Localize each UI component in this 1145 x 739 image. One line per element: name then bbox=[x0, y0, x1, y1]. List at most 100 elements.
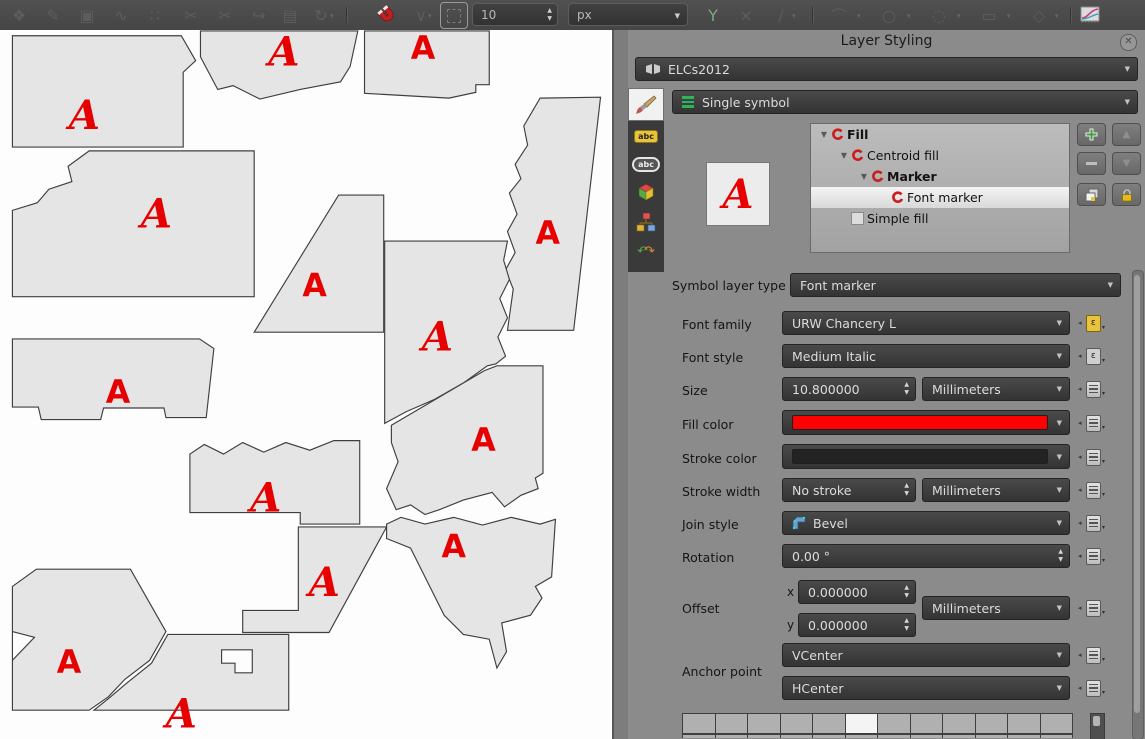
layer-select-combo[interactable]: ELCs2012 ▼ bbox=[635, 57, 1138, 81]
character-cell[interactable] bbox=[845, 713, 878, 734]
tab-diagrams[interactable] bbox=[633, 211, 659, 233]
symbol-tree-row[interactable]: Simple fill bbox=[811, 208, 1069, 229]
character-cell[interactable] bbox=[1040, 734, 1074, 738]
expand-arrow-icon[interactable]: ▼ bbox=[817, 130, 831, 139]
snapping-magnet-icon[interactable] bbox=[376, 4, 398, 30]
symbol-tree-row[interactable]: ▼Centroid fill bbox=[811, 145, 1069, 166]
map-canvas[interactable]: AAAAAAAAAAAAAA bbox=[0, 30, 612, 739]
anchor-horizontal-combo[interactable]: HCenter▼ bbox=[782, 676, 1070, 700]
renderer-combo[interactable]: Single symbol ▼ bbox=[672, 90, 1138, 114]
rotate-feature-icon[interactable]: ↻ bbox=[308, 0, 334, 30]
character-selector-grid[interactable] bbox=[682, 713, 1073, 738]
elevation-profile-icon[interactable] bbox=[1080, 6, 1100, 28]
anchor-horizontal-override-button[interactable]: ◂▾ bbox=[1078, 677, 1105, 699]
size-spinbox[interactable]: 10.800000▲▼ bbox=[782, 377, 916, 401]
tab-masks[interactable]: abc bbox=[633, 153, 659, 175]
tab-symbology[interactable] bbox=[628, 88, 664, 121]
add-record-icon[interactable]: ∷ bbox=[142, 0, 168, 30]
anchor-vertical-override-button[interactable]: ◂▾ bbox=[1078, 644, 1105, 666]
stroke-width-spinbox[interactable]: No stroke▲▼ bbox=[782, 478, 916, 502]
rotation-spinbox[interactable]: 0.00 °▲▼ bbox=[782, 544, 1070, 568]
character-cell[interactable] bbox=[780, 734, 813, 738]
stroke-color-combo[interactable]: ▼ bbox=[782, 444, 1070, 469]
move-feature-icon[interactable]: ❖ bbox=[6, 0, 32, 30]
character-grid-scrollbar[interactable] bbox=[1090, 713, 1105, 739]
font-style-override-button[interactable]: ◂ε▾ bbox=[1078, 345, 1105, 367]
duplicate-symbol-layer-button[interactable] bbox=[1077, 183, 1106, 206]
rectangle-tool-icon[interactable]: ▭ bbox=[976, 0, 1002, 30]
character-cell[interactable] bbox=[1007, 734, 1040, 738]
character-cell[interactable] bbox=[780, 713, 813, 734]
character-cell[interactable] bbox=[942, 734, 975, 738]
delete-tool-icon[interactable]: × bbox=[733, 0, 759, 30]
tab-labels[interactable]: abc bbox=[633, 125, 659, 147]
character-cell[interactable] bbox=[910, 734, 943, 738]
split-features-icon[interactable]: ✂ bbox=[178, 0, 204, 30]
tab-history[interactable]: ↶↷ bbox=[633, 241, 659, 263]
move-up-button[interactable]: ▲ bbox=[1112, 123, 1141, 146]
digitize-curve-icon[interactable]: ∿ bbox=[108, 0, 134, 30]
circular-string-icon[interactable]: ⌒ bbox=[826, 0, 852, 30]
character-cell[interactable] bbox=[1040, 713, 1074, 734]
character-cell[interactable] bbox=[845, 734, 878, 738]
symbol-layer-tree[interactable]: ▼Fill▼Centroid fill▼MarkerFont markerSim… bbox=[810, 123, 1070, 253]
expand-arrow-icon[interactable]: ▼ bbox=[857, 172, 871, 181]
stroke-width-unit-combo[interactable]: Millimeters▼ bbox=[922, 478, 1070, 502]
scrollbar-handle[interactable] bbox=[1134, 275, 1140, 713]
reshape-icon[interactable]: ↪ bbox=[246, 0, 272, 30]
move-down-button[interactable]: ▼ bbox=[1112, 152, 1141, 175]
character-cell[interactable] bbox=[715, 734, 748, 738]
tracing-unit-combo[interactable]: px ▼ bbox=[568, 3, 688, 26]
vertex-tool-icon[interactable]: ∨ bbox=[408, 0, 434, 30]
symbol-layer-type-combo[interactable]: Font marker▼ bbox=[790, 273, 1121, 297]
character-cell[interactable] bbox=[812, 713, 845, 734]
font-style-combo[interactable]: Medium Italic▼ bbox=[782, 344, 1070, 368]
split-parts-icon[interactable]: ✂ bbox=[212, 0, 238, 30]
symbol-tree-row[interactable]: Font marker bbox=[811, 187, 1069, 208]
spin-arrows-icon[interactable]: ▲▼ bbox=[547, 7, 552, 23]
symbol-tree-row[interactable]: ▼Fill bbox=[811, 124, 1069, 145]
character-cell[interactable] bbox=[910, 713, 943, 734]
size-override-button[interactable]: ◂▾ bbox=[1078, 378, 1105, 400]
offset-unit-combo[interactable]: Millimeters▼ bbox=[922, 596, 1070, 620]
symbol-tree-row[interactable]: ▼Marker bbox=[811, 166, 1069, 187]
size-unit-combo[interactable]: Millimeters▼ bbox=[922, 377, 1070, 401]
tab-3d-view[interactable] bbox=[633, 181, 659, 203]
join-style-combo[interactable]: Bevel▼ bbox=[782, 511, 1070, 535]
tracing-offset-spinbox[interactable]: 10 ▲▼ bbox=[472, 3, 558, 26]
offset-curve-icon[interactable]: ∕ bbox=[768, 0, 794, 30]
panel-scrollbar[interactable] bbox=[1132, 270, 1144, 739]
polygon-tool-icon[interactable]: ◇ bbox=[1026, 0, 1052, 30]
character-cell[interactable] bbox=[682, 734, 715, 738]
character-cell[interactable] bbox=[975, 713, 1008, 734]
character-cell[interactable] bbox=[812, 734, 845, 738]
font-family-override-button[interactable]: ◂ε▾ bbox=[1078, 312, 1105, 334]
font-family-combo[interactable]: URW Chancery L▼ bbox=[782, 311, 1070, 335]
character-cell[interactable] bbox=[682, 713, 715, 734]
rotation-override-button[interactable]: ◂▾ bbox=[1078, 545, 1105, 567]
character-cell[interactable] bbox=[747, 734, 780, 738]
tracing-button[interactable] bbox=[440, 2, 468, 29]
offset-y-spinbox[interactable]: 0.000000▲▼ bbox=[798, 613, 916, 637]
character-cell[interactable] bbox=[715, 713, 748, 734]
save-edits-icon[interactable]: ▣ bbox=[74, 0, 100, 30]
close-icon[interactable]: ✕ bbox=[1120, 34, 1137, 51]
character-cell[interactable] bbox=[877, 713, 910, 734]
character-cell[interactable] bbox=[942, 713, 975, 734]
character-cell[interactable] bbox=[1007, 713, 1040, 734]
offset-override-button[interactable]: ◂▾ bbox=[1078, 597, 1105, 619]
join-style-override-button[interactable]: ◂▾ bbox=[1078, 512, 1105, 534]
anchor-vertical-combo[interactable]: VCenter▼ bbox=[782, 643, 1070, 667]
fill-color-combo[interactable]: ▼ bbox=[782, 410, 1070, 435]
circle-tool-icon[interactable]: ○ bbox=[876, 0, 902, 30]
character-cell[interactable] bbox=[877, 734, 910, 738]
remove-symbol-layer-button[interactable] bbox=[1077, 152, 1106, 175]
ellipse-tool-icon[interactable]: ◌ bbox=[926, 0, 952, 30]
stroke-color-override-button[interactable]: ◂▾ bbox=[1078, 446, 1105, 468]
expand-arrow-icon[interactable]: ▼ bbox=[837, 151, 851, 160]
attributes-icon[interactable]: ▤ bbox=[277, 0, 303, 30]
toggle-editing-icon[interactable]: ✎ bbox=[40, 0, 66, 30]
character-cell[interactable] bbox=[975, 734, 1008, 738]
character-cell[interactable] bbox=[747, 713, 780, 734]
stroke-width-override-button[interactable]: ◂▾ bbox=[1078, 479, 1105, 501]
